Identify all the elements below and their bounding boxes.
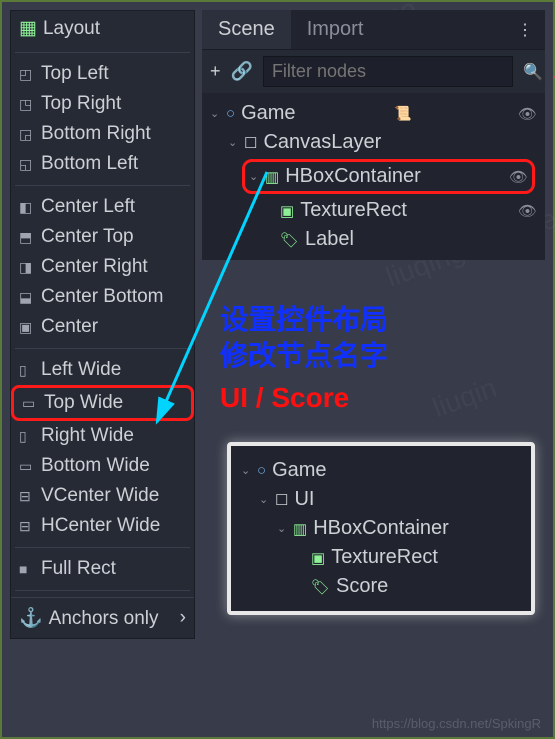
- renamed-tree-panel: ⌄ ○ Game ⌄ ☐ UI ⌄ ▥ HBoxContainer ▣ Text…: [227, 442, 535, 615]
- hbox-icon: ▥: [293, 520, 307, 538]
- anchor-hcw-icon: ⊟: [19, 518, 35, 535]
- annotation-text-red: UI / Score: [220, 380, 349, 416]
- anchor-bl-icon: ◱: [19, 156, 35, 173]
- grid-icon: ▦: [19, 17, 37, 40]
- layout-vcenter-wide[interactable]: ⊟VCenter Wide: [11, 481, 194, 511]
- scene-toolbar: + 🔗 🔍 ◢: [202, 50, 545, 93]
- collapse-icon[interactable]: ⌄: [228, 136, 242, 149]
- layout-left-wide[interactable]: ▯Left Wide: [11, 355, 194, 385]
- search-icon[interactable]: 🔍: [523, 62, 543, 82]
- layout-bottom-wide[interactable]: ▭Bottom Wide: [11, 451, 194, 481]
- anchor-lw-icon: ▯: [19, 362, 35, 379]
- layout-full-rect[interactable]: ■Full Rect: [11, 554, 194, 584]
- link-button[interactable]: 🔗: [231, 61, 253, 82]
- anchor-icon: ⚓: [19, 608, 43, 629]
- anchor-ct-icon: ⬒: [19, 229, 35, 246]
- tab-import[interactable]: Import: [291, 10, 380, 49]
- label-icon: 🏷: [311, 578, 330, 596]
- label-icon: 🏷: [280, 231, 299, 249]
- texturerect-icon: ▣: [311, 549, 325, 567]
- scene-tree: ⌄ ○ Game 📜 👁 ⌄ ☐ CanvasLayer ⌄ ▥ HBoxCon…: [202, 93, 545, 260]
- collapse-icon[interactable]: ⌄: [241, 464, 255, 477]
- anchor-cl-icon: ◧: [19, 199, 35, 216]
- layout-right-wide[interactable]: ▯Right Wide: [11, 421, 194, 451]
- canvaslayer-icon: ☐: [244, 134, 257, 152]
- collapse-icon[interactable]: ⌄: [210, 107, 224, 120]
- annotation-text-blue: 设置控件布局 修改节点名字: [220, 302, 388, 375]
- anchor-tw-icon: ▭: [22, 395, 38, 412]
- chevron-right-icon: ›: [180, 607, 186, 629]
- tree-node-game[interactable]: ⌄ ○ Game 📜 👁: [206, 99, 541, 128]
- tree-node-canvaslayer[interactable]: ⌄ ☐ CanvasLayer: [206, 128, 541, 157]
- tab-scene[interactable]: Scene: [202, 10, 291, 49]
- anchor-cb-icon: ⬓: [19, 289, 35, 306]
- layout-dropdown-menu: ▦ Layout ◰Top Left ◳Top Right ◲Bottom Ri…: [10, 10, 195, 639]
- layout-center-top[interactable]: ⬒Center Top: [11, 222, 194, 252]
- anchor-tr-icon: ◳: [19, 96, 35, 113]
- layout-anchors-only[interactable]: ⚓Anchors only ›: [11, 597, 194, 638]
- canvaslayer-icon: ☐: [275, 491, 288, 509]
- scene-panel: Scene Import ⋮ + 🔗 🔍 ◢ ⌄ ○ Game 📜 👁 ⌄ ☐ …: [202, 10, 545, 260]
- anchor-c-icon: ▣: [19, 319, 35, 336]
- layout-center-bottom[interactable]: ⬓Center Bottom: [11, 282, 194, 312]
- anchor-full-icon: ■: [19, 561, 35, 577]
- texturerect-icon: ▣: [280, 202, 294, 220]
- visibility-icon[interactable]: 👁: [518, 202, 537, 220]
- script-icon[interactable]: 📜: [394, 105, 411, 122]
- node2d-icon: ○: [226, 105, 235, 122]
- layout-hcenter-wide[interactable]: ⊟HCenter Wide: [11, 511, 194, 541]
- layout-center-right[interactable]: ◨Center Right: [11, 252, 194, 282]
- layout-center[interactable]: ▣Center: [11, 312, 194, 342]
- tree2-node-texturerect[interactable]: ▣ TextureRect: [237, 543, 525, 572]
- tree-node-texturerect[interactable]: ▣ TextureRect 👁: [206, 196, 541, 225]
- anchor-br-icon: ◲: [19, 126, 35, 143]
- anchor-bw-icon: ▭: [19, 458, 35, 475]
- tab-menu-button[interactable]: ⋮: [505, 12, 545, 48]
- visibility-icon[interactable]: 👁: [509, 168, 528, 186]
- node2d-icon: ○: [257, 462, 266, 479]
- tree-node-label[interactable]: 🏷 Label: [206, 225, 541, 254]
- tree2-node-score[interactable]: 🏷 Score: [237, 572, 525, 601]
- visibility-icon[interactable]: 👁: [518, 105, 537, 123]
- layout-top-right[interactable]: ◳Top Right: [11, 89, 194, 119]
- anchor-rw-icon: ▯: [19, 428, 35, 445]
- tree2-node-hbox[interactable]: ⌄ ▥ HBoxContainer: [237, 514, 525, 543]
- anchor-vcw-icon: ⊟: [19, 488, 35, 505]
- layout-center-left[interactable]: ◧Center Left: [11, 192, 194, 222]
- filter-nodes-input[interactable]: [263, 56, 513, 87]
- add-node-button[interactable]: +: [210, 61, 221, 82]
- collapse-icon[interactable]: ⌄: [249, 170, 263, 183]
- watermark-text: https://blog.csdn.net/SpkingR: [372, 716, 541, 731]
- tree2-node-ui[interactable]: ⌄ ☐ UI: [237, 485, 525, 514]
- layout-bottom-right[interactable]: ◲Bottom Right: [11, 119, 194, 149]
- tree2-node-game[interactable]: ⌄ ○ Game: [237, 456, 525, 485]
- layout-top-left[interactable]: ◰Top Left: [11, 59, 194, 89]
- anchor-cr-icon: ◨: [19, 259, 35, 276]
- tree-node-hboxcontainer[interactable]: ⌄ ▥ HBoxContainer 👁: [242, 159, 535, 194]
- layout-bottom-left[interactable]: ◱Bottom Left: [11, 149, 194, 179]
- scene-tabs: Scene Import ⋮: [202, 10, 545, 50]
- collapse-icon[interactable]: ⌄: [277, 522, 291, 535]
- hbox-icon: ▥: [265, 168, 279, 186]
- anchor-tl-icon: ◰: [19, 66, 35, 83]
- layout-title: Layout: [43, 18, 100, 40]
- layout-top-wide[interactable]: ▭Top Wide: [11, 385, 194, 421]
- collapse-icon[interactable]: ⌄: [259, 493, 273, 506]
- layout-menu-header: ▦ Layout: [11, 11, 194, 46]
